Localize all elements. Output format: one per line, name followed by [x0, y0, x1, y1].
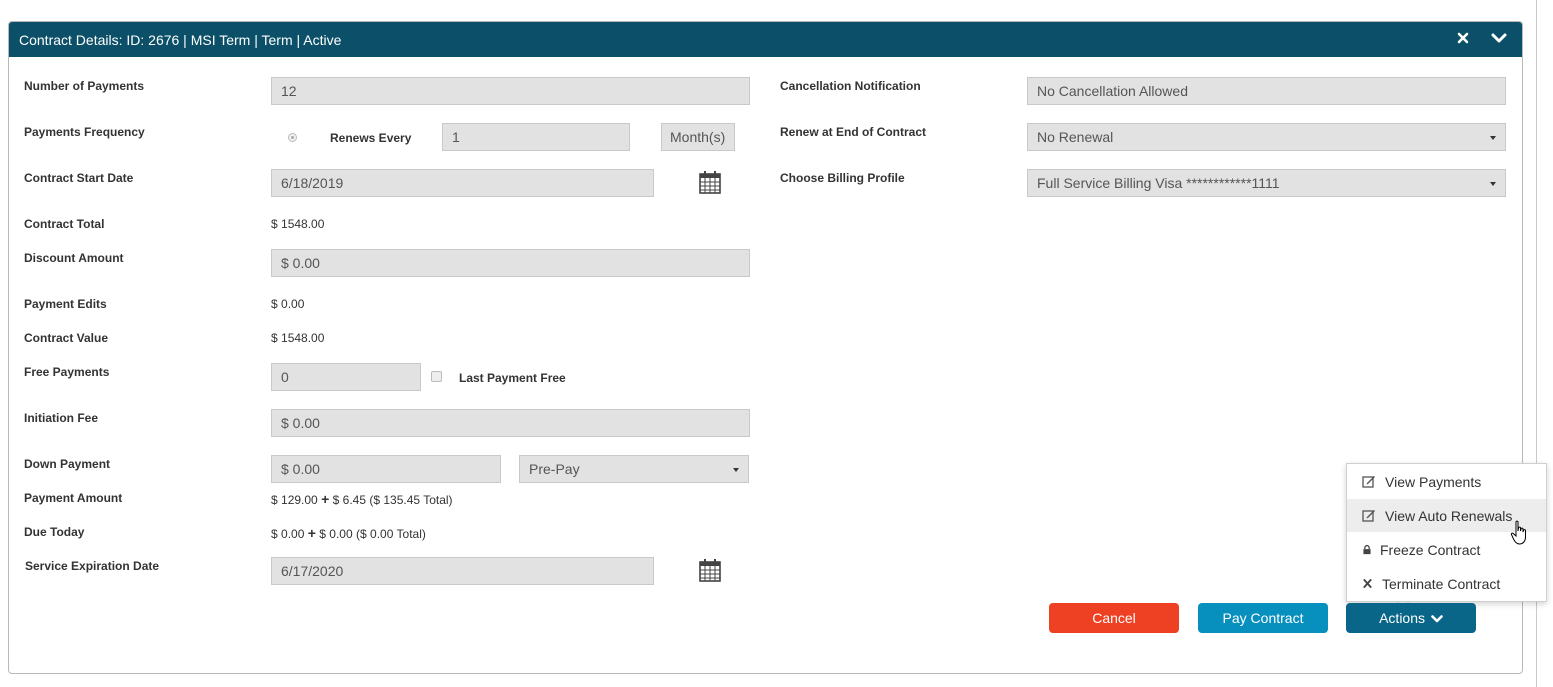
contract-total-value: $ 1548.00 [271, 217, 325, 231]
payment-type-select[interactable]: Pre-Pay [519, 455, 749, 483]
renew-at-end-label: Renew at End of Contract [780, 125, 927, 139]
last-payment-free-checkbox[interactable] [431, 371, 442, 382]
chevron-down-icon [733, 468, 739, 472]
payment-amount-label: Payment Amount [24, 491, 123, 505]
initiation-fee-label: Initiation Fee [24, 411, 99, 425]
contract-start-date-label: Contract Start Date [24, 171, 134, 185]
renews-every-input[interactable]: 1 [442, 123, 630, 151]
contract-details-panel: Contract Details: ID: 2676 | MSI Term | … [8, 21, 1523, 674]
contract-start-date-input[interactable]: 6/18/2019 [271, 169, 654, 197]
payments-frequency-label: Payments Frequency [24, 125, 145, 139]
number-of-payments-label: Number of Payments [24, 79, 145, 93]
billing-profile-label: Choose Billing Profile [780, 171, 905, 185]
renews-every-radio[interactable] [288, 133, 297, 142]
actions-button[interactable]: Actions [1346, 603, 1476, 633]
renew-at-end-select[interactable]: No Renewal [1027, 123, 1506, 151]
payment-edits-label: Payment Edits [24, 297, 107, 311]
cancel-button[interactable]: Cancel [1049, 603, 1179, 633]
panel-title: Contract Details: ID: 2676 | MSI Term | … [19, 32, 342, 48]
payment-amount-value: $ 129.00 + $ 6.45 ($ 135.45 Total) [271, 491, 453, 507]
free-payments-label: Free Payments [24, 365, 110, 379]
plus-icon: + [307, 525, 316, 541]
down-payment-label: Down Payment [24, 457, 111, 471]
close-icon[interactable] [1454, 29, 1472, 47]
menu-item-view-payments[interactable]: View Payments [1347, 465, 1546, 498]
payment-type-value: Pre-Pay [529, 461, 580, 477]
x-icon [1363, 579, 1372, 588]
billing-profile-select[interactable]: Full Service Billing Visa ************11… [1027, 169, 1506, 197]
payment-edits-value: $ 0.00 [271, 297, 305, 311]
due-today-label: Due Today [24, 525, 85, 539]
hand-pointer-icon [1510, 520, 1526, 545]
panel-header: Contract Details: ID: 2676 | MSI Term | … [9, 22, 1522, 57]
due-today-value: $ 0.00 + $ 0.00 ($ 0.00 Total) [271, 525, 426, 541]
plus-icon: + [321, 491, 330, 507]
frequency-unit-select[interactable]: Month(s) [661, 123, 735, 151]
contract-total-label: Contract Total [24, 217, 105, 231]
edit-icon [1362, 510, 1375, 522]
pay-contract-button[interactable]: Pay Contract [1198, 603, 1328, 633]
chevron-down-icon [1490, 136, 1496, 140]
chevron-down-icon [1490, 182, 1496, 186]
lock-icon [1363, 544, 1371, 555]
service-expiration-date-input[interactable]: 6/17/2020 [271, 557, 654, 585]
contract-value-value: $ 1548.00 [271, 331, 325, 345]
renews-every-label: Renews Every [330, 131, 412, 145]
last-payment-free-label: Last Payment Free [459, 371, 566, 385]
discount-amount-input[interactable]: $ 0.00 [271, 249, 750, 277]
frequency-unit-value: Month(s) [670, 129, 726, 145]
service-expiration-date-label: Service Expiration Date [25, 559, 160, 573]
contract-value-label: Contract Value [24, 331, 109, 345]
calendar-icon[interactable] [699, 170, 721, 194]
number-of-payments-input[interactable]: 12 [271, 77, 750, 105]
chevron-down-icon[interactable] [1490, 29, 1508, 47]
actions-button-label: Actions [1379, 610, 1426, 626]
renew-at-end-value: No Renewal [1037, 129, 1114, 145]
down-payment-input[interactable]: $ 0.00 [271, 455, 501, 483]
cancellation-notification-label: Cancellation Notification [780, 79, 921, 93]
edit-icon [1362, 476, 1375, 488]
menu-item-terminate-contract[interactable]: Terminate Contract [1347, 567, 1546, 600]
calendar-icon[interactable] [699, 558, 721, 582]
free-payments-input[interactable]: 0 [271, 363, 421, 391]
discount-amount-label: Discount Amount [24, 251, 124, 265]
billing-profile-value: Full Service Billing Visa ************11… [1037, 175, 1280, 191]
cancellation-notification-input[interactable]: No Cancellation Allowed [1027, 77, 1506, 105]
initiation-fee-input[interactable]: $ 0.00 [271, 409, 750, 437]
chevron-down-icon [1431, 615, 1443, 623]
